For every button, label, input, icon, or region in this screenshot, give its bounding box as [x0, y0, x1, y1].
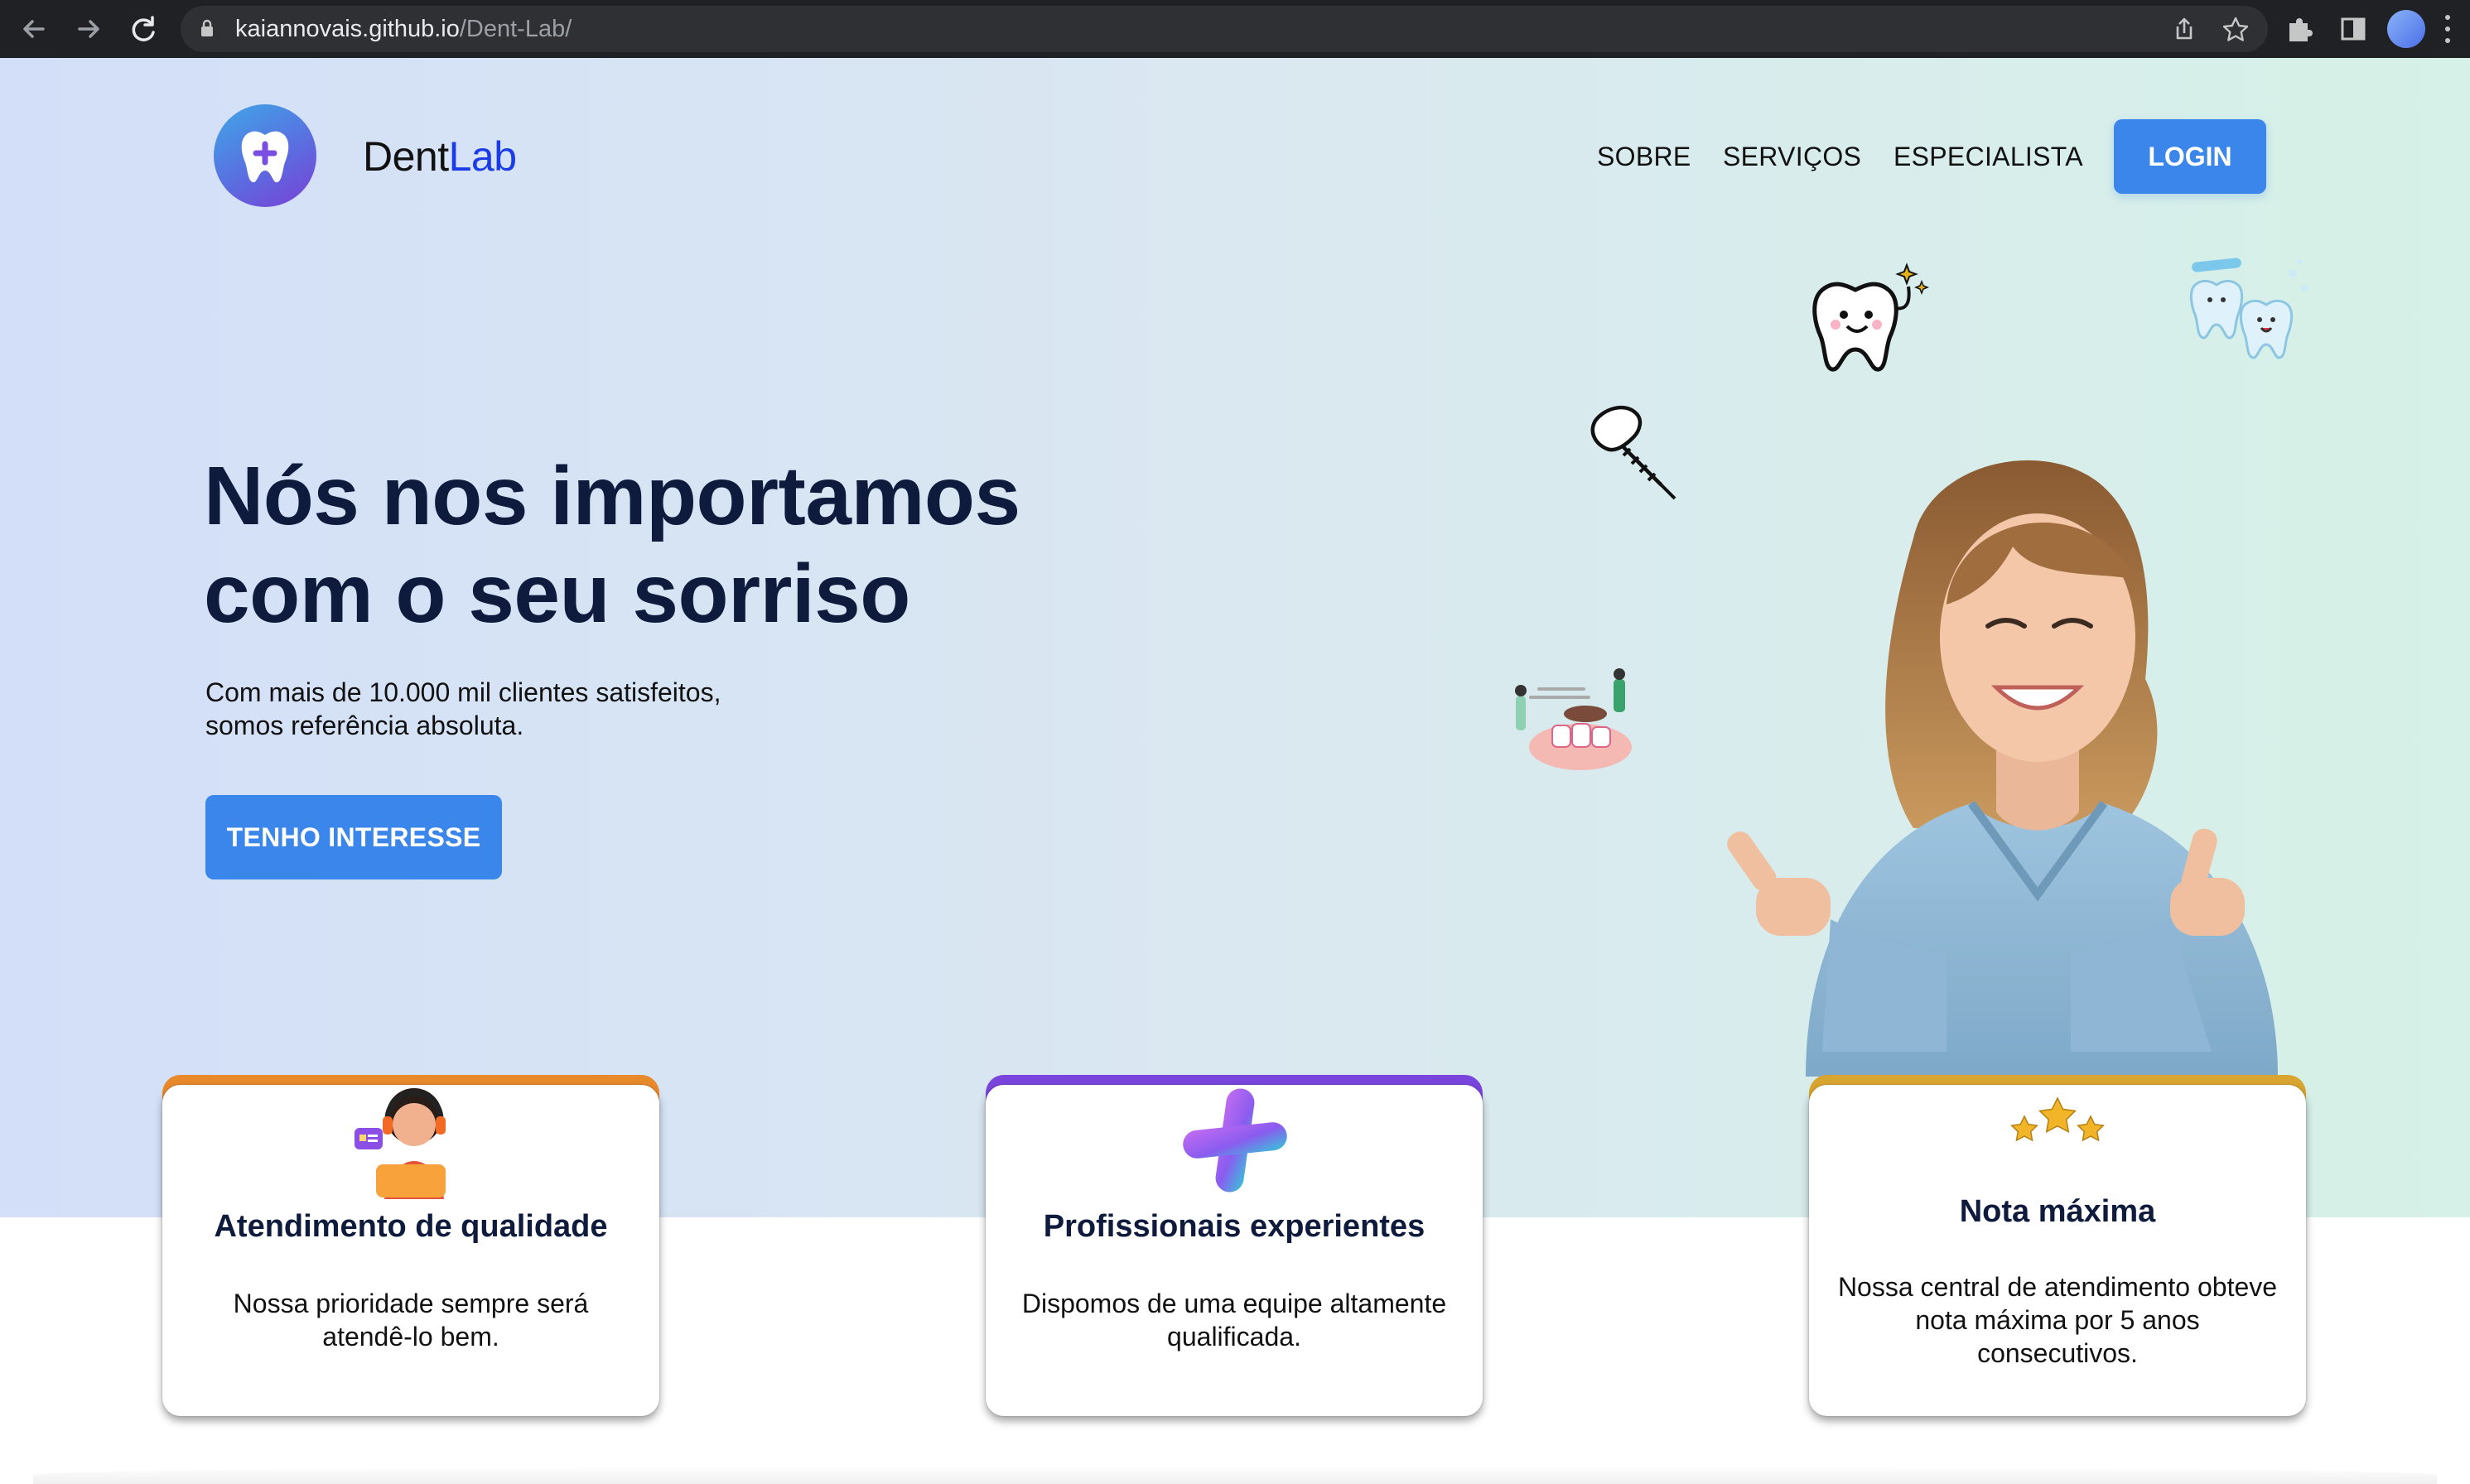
feature-card-professionals: Profissionais experientes Dispomos de um… — [986, 1075, 1483, 1416]
brushing-teeth-sticker-icon — [2189, 258, 2308, 359]
card-title: Atendimento de qualidade — [214, 1209, 608, 1244]
three-stars-icon — [2010, 1096, 2105, 1142]
happy-tooth-sticker-icon — [1812, 263, 1930, 372]
card-description: Nossa prioridade sempre será atendê-lo b… — [179, 1287, 643, 1353]
profile-avatar[interactable] — [2387, 10, 2425, 48]
nav-sobre[interactable]: SOBRE — [1597, 141, 1691, 172]
dentists-working-sticker-icon — [1515, 668, 1632, 770]
bookmark-star-icon[interactable] — [2218, 12, 2253, 47]
card-description: Dispomos de uma equipe altamente qualifi… — [1002, 1287, 1466, 1353]
card-description-line-1: Dispomos de uma equipe altamente — [1021, 1289, 1447, 1318]
share-icon[interactable] — [2167, 12, 2202, 47]
card-title: Profissionais experientes — [1043, 1209, 1426, 1244]
url-text[interactable]: kaiannovais.github.io/Dent-Lab/ — [235, 15, 572, 43]
card-description-line-2: nota máxima por 5 anos — [1915, 1305, 2200, 1335]
smiling-woman-image — [1727, 460, 2278, 1077]
card-description-line-2: qualificada. — [1167, 1322, 1301, 1352]
card-description-line-3: consecutivos. — [1977, 1338, 2138, 1368]
dentlab-logo[interactable] — [214, 104, 316, 207]
more-menu-icon[interactable] — [2443, 12, 2452, 46]
lock-icon[interactable] — [200, 19, 214, 37]
dental-implant-sticker-icon — [1590, 405, 1676, 500]
hero-subtitle-line-2: somos referência absoluta. — [205, 711, 524, 740]
back-arrow-icon[interactable] — [15, 10, 53, 48]
tooth-logo-icon — [241, 131, 289, 183]
feature-card-rating: Nota máxima Nossa central de atendimento… — [1809, 1075, 2306, 1416]
card-description-line-2: atendê-lo bem. — [322, 1322, 499, 1352]
brand-name[interactable]: DentLab — [363, 132, 517, 181]
browser-toolbar: kaiannovais.github.io/Dent-Lab/ — [0, 0, 2470, 58]
feature-card-quality: Atendimento de qualidade Nossa prioridad… — [162, 1075, 659, 1416]
card-description-line-1: Nossa central de atendimento obteve — [1837, 1272, 2278, 1302]
hero-subtitle-line-1: Com mais de 10.000 mil clientes satisfei… — [205, 677, 721, 707]
address-bar[interactable]: kaiannovais.github.io/Dent-Lab/ — [181, 6, 2268, 52]
interest-button[interactable]: TENHO INTERESSE — [205, 795, 502, 879]
nav-servicos[interactable]: SERVIÇOS — [1723, 141, 1861, 172]
section-divider-shadow — [33, 1466, 2437, 1484]
card-title: Nota máxima — [1959, 1194, 2156, 1229]
sidebar-icon[interactable] — [2336, 12, 2371, 46]
nav-especialista[interactable]: ESPECIALISTA — [1894, 141, 2083, 172]
card-description-line-1: Nossa prioridade sempre será — [233, 1289, 589, 1318]
medical-cross-icon — [1183, 1088, 1287, 1192]
card-description: Nossa central de atendimento obteve nota… — [1826, 1270, 2289, 1370]
support-agent-icon — [355, 1088, 446, 1199]
hero-headline-line-2: com o seu sorriso — [204, 547, 910, 640]
reload-icon[interactable] — [124, 10, 162, 48]
hero-subtitle: Com mais de 10.000 mil clientes satisfei… — [205, 676, 951, 742]
extensions-puzzle-icon[interactable] — [2283, 12, 2318, 46]
hero-headline-line-1: Nós nos importamos — [204, 450, 1020, 542]
hero-headline: Nós nos importamos com o seu sorriso — [204, 447, 1198, 643]
forward-arrow-icon[interactable] — [70, 10, 108, 48]
login-button[interactable]: LOGIN — [2114, 119, 2266, 194]
